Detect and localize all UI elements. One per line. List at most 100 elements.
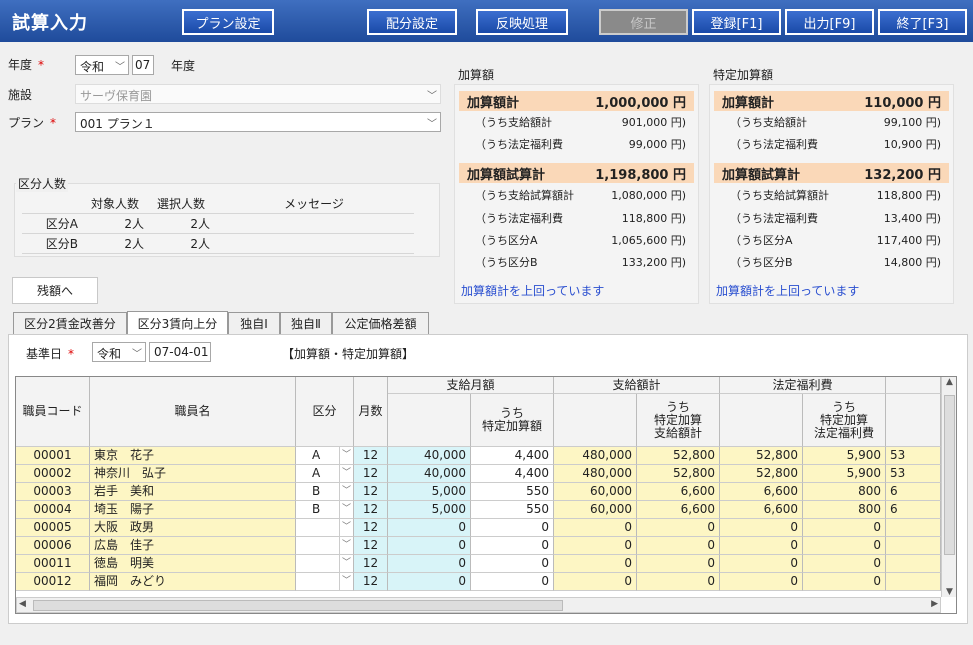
extra-cell: 6 — [886, 501, 941, 519]
tab-official-price-diff[interactable]: 公定価格差額 — [332, 312, 429, 334]
category-select[interactable]: A ﹀ — [296, 465, 354, 483]
months-cell[interactable]: 12 — [354, 573, 388, 591]
facility-select[interactable]: サーヴ保育園 ﹀ — [75, 84, 441, 104]
category-select[interactable]: ﹀ — [296, 555, 354, 573]
staff-grid: 職員コード 職員名 区分 月数 支給月額 支給額計 法定福利費 うち 特定加算額 うち 特定加算 支給… — [15, 376, 957, 614]
scroll-down-icon[interactable]: ▼ — [942, 587, 956, 597]
total-pay-cell: 0 — [554, 555, 637, 573]
monthly-pay-cell[interactable]: 0 — [388, 519, 471, 537]
monthly-pay-cell[interactable]: 5,000 — [388, 501, 471, 519]
welfare-cell: 52,800 — [720, 465, 803, 483]
balance-button[interactable]: 残額へ — [12, 277, 98, 304]
total-special-cell: 0 — [637, 555, 720, 573]
col-header-welfare-special: うち 特定加算 法定福利費 — [803, 394, 886, 447]
total-special-cell: 6,600 — [637, 483, 720, 501]
staff-name: 埼玉 陽子 — [90, 501, 296, 519]
chevron-down-icon: ﹀ — [132, 349, 142, 360]
months-cell[interactable]: 12 — [354, 555, 388, 573]
addition-note: 加算額計を上回っています — [461, 284, 605, 298]
year-input[interactable]: 07 — [132, 55, 154, 75]
col-header-code: 職員コード — [16, 377, 90, 447]
staff-name: 広島 佳子 — [90, 537, 296, 555]
allocation-settings-button[interactable]: 配分設定 — [367, 9, 457, 35]
special-addition-panel: 加算額計 110,000 円 （うち支給額計 99,100 円) （うち法定福利費 1… — [709, 84, 954, 304]
horizontal-scrollbar[interactable]: ◀ ▶ — [16, 597, 941, 613]
chevron-down-icon: ﹀ — [427, 119, 437, 130]
chevron-down-icon: ﹀ — [338, 573, 351, 590]
monthly-special-cell: 0 — [471, 519, 554, 537]
total-pay-cell: 0 — [554, 519, 637, 537]
tab-category2[interactable]: 区分2賃金改善分 — [13, 312, 127, 334]
table-row: 区分B 2人 2人 — [22, 233, 414, 254]
col-header-welfare: 法定福利費 — [720, 377, 886, 394]
months-cell[interactable]: 12 — [354, 537, 388, 555]
chevron-down-icon: ﹀ — [338, 483, 351, 500]
chevron-down-icon: ﹀ — [338, 465, 351, 482]
col-header-months: 月数 — [354, 377, 388, 447]
months-cell[interactable]: 12 — [354, 501, 388, 519]
months-cell[interactable]: 12 — [354, 519, 388, 537]
staff-name: 徳島 明美 — [90, 555, 296, 573]
scroll-left-icon[interactable]: ◀ — [19, 599, 26, 609]
scroll-up-icon[interactable]: ▲ — [942, 377, 956, 387]
months-cell[interactable]: 12 — [354, 447, 388, 465]
tab-original1[interactable]: 独自Ⅰ — [228, 312, 280, 334]
apply-button[interactable]: 反映処理 — [476, 9, 568, 35]
year-suffix: 年度 — [171, 59, 196, 73]
title-bar: 試算入力 プラン設定 配分設定 反映処理 修正 登録[F1] 出力[F9] 終了… — [0, 0, 973, 42]
staff-code: 00002 — [16, 465, 90, 483]
monthly-pay-cell[interactable]: 0 — [388, 537, 471, 555]
era-select[interactable]: 令和 ﹀ — [75, 55, 129, 75]
monthly-special-cell: 0 — [471, 537, 554, 555]
total-special-cell: 0 — [637, 573, 720, 591]
extra-cell: 53 — [886, 465, 941, 483]
scroll-right-icon[interactable]: ▶ — [931, 599, 938, 609]
monthly-pay-cell[interactable]: 40,000 — [388, 465, 471, 483]
col-header-monthly-special: うち 特定加算額 — [471, 394, 554, 447]
category-select[interactable]: B ﹀ — [296, 483, 354, 501]
window-title: 試算入力 — [12, 13, 88, 34]
exit-button[interactable]: 終了[F3] — [878, 9, 967, 35]
special-addition-title: 特定加算額 — [713, 68, 774, 82]
category-counts-table: 対象人数 選択人数 メッセージ 区分A 2人 2人 区分B 2人 2人 — [22, 194, 414, 254]
scroll-thumb[interactable] — [944, 395, 955, 555]
base-date-input[interactable]: 07-04-01 — [149, 342, 211, 362]
monthly-special-cell: 550 — [471, 501, 554, 519]
register-button[interactable]: 登録[F1] — [692, 9, 781, 35]
category-select[interactable]: A ﹀ — [296, 447, 354, 465]
plan-select[interactable]: 001 プラン１ ﹀ — [75, 112, 441, 132]
extra-cell: 53 — [886, 447, 941, 465]
plan-settings-button[interactable]: プラン設定 — [182, 9, 274, 35]
extra-cell — [886, 573, 941, 591]
col-header-monthly — [388, 394, 471, 447]
chevron-down-icon: ﹀ — [338, 447, 351, 464]
chevron-down-icon: ﹀ — [115, 62, 125, 73]
tab-original2[interactable]: 独自Ⅱ — [280, 312, 332, 334]
total-pay-cell: 60,000 — [554, 501, 637, 519]
monthly-pay-cell[interactable]: 40,000 — [388, 447, 471, 465]
total-special-cell: 0 — [637, 537, 720, 555]
output-button[interactable]: 出力[F9] — [785, 9, 874, 35]
welfare-cell: 6,600 — [720, 483, 803, 501]
vertical-scrollbar[interactable]: ▲ ▼ — [941, 377, 956, 597]
base-date-era-select[interactable]: 令和 ﹀ — [92, 342, 146, 362]
monthly-pay-cell[interactable]: 0 — [388, 573, 471, 591]
months-cell[interactable]: 12 — [354, 465, 388, 483]
monthly-special-cell: 4,400 — [471, 465, 554, 483]
col-header: 選択人数 — [148, 194, 214, 214]
tab-category3[interactable]: 区分3賃向上分 — [127, 311, 228, 335]
monthly-pay-cell[interactable]: 5,000 — [388, 483, 471, 501]
category-select[interactable]: ﹀ — [296, 537, 354, 555]
edit-button[interactable]: 修正 — [599, 9, 688, 35]
staff-name: 福岡 みどり — [90, 573, 296, 591]
scroll-thumb[interactable] — [33, 600, 563, 611]
welfare-cell: 0 — [720, 519, 803, 537]
months-cell[interactable]: 12 — [354, 483, 388, 501]
staff-code: 00005 — [16, 519, 90, 537]
year-label: 年度 * — [8, 58, 45, 72]
category-select[interactable]: ﹀ — [296, 519, 354, 537]
category-select[interactable]: ﹀ — [296, 573, 354, 591]
col-header-category: 区分 — [296, 377, 354, 447]
category-select[interactable]: B ﹀ — [296, 501, 354, 519]
monthly-pay-cell[interactable]: 0 — [388, 555, 471, 573]
